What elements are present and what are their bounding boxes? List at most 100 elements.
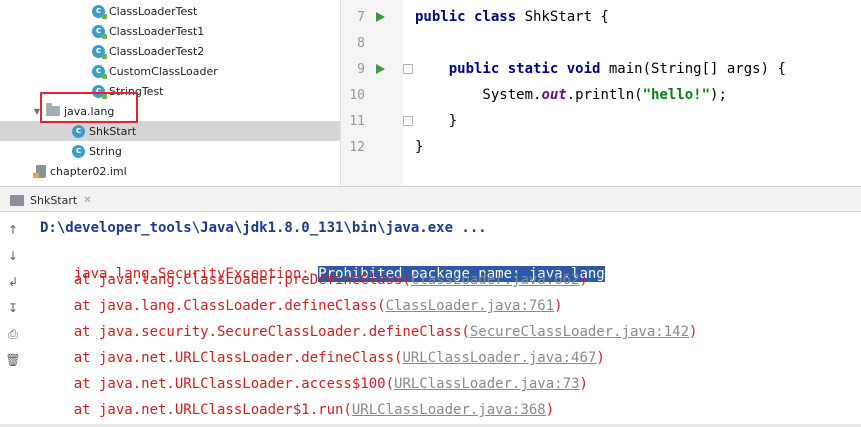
tree-item-label: ClassLoaderTest2: [109, 44, 205, 58]
tree-item-string[interactable]: c String: [0, 141, 340, 161]
scroll-to-end-icon[interactable]: ↧: [5, 300, 21, 316]
java-class-icon: c: [92, 4, 107, 19]
stack-frame-suffix: ): [579, 376, 588, 392]
run-config-icon: [10, 194, 24, 206]
source-link[interactable]: ClassLoader.java:662: [411, 272, 580, 288]
tree-item-classloadertest[interactable]: c ClassLoaderTest: [0, 1, 340, 21]
java-class-icon: c: [72, 144, 85, 158]
stack-frame-suffix: ): [579, 272, 588, 288]
code-token: main(String[] args) {: [608, 61, 786, 77]
stack-frame-text: at java.lang.ClassLoader.preDefineClass(: [40, 272, 411, 288]
code-token: "hello!": [642, 87, 711, 103]
module-file-icon: [33, 164, 46, 178]
source-link[interactable]: URLClassLoader.java:368: [352, 402, 546, 418]
source-link[interactable]: ClassLoader.java:761: [386, 298, 555, 314]
line-number: 7: [357, 9, 365, 25]
tree-item-classloadertest1[interactable]: c ClassLoaderTest1: [0, 21, 340, 41]
stack-trace-line: at java.lang.ClassLoader.preDefineClass(…: [40, 270, 588, 290]
stack-frame-suffix: ): [689, 324, 698, 340]
tree-item-classloadertest2[interactable]: c ClassLoaderTest2: [0, 41, 340, 61]
tree-item-stringtest[interactable]: c StringTest: [0, 81, 340, 101]
tree-item-label: String: [89, 144, 122, 158]
tree-item-label: ClassLoaderTest1: [109, 24, 205, 38]
code-line[interactable]: 7 public class ShkStart {: [341, 4, 861, 30]
project-tree: c ClassLoaderTest c ClassLoaderTest1 c C…: [0, 0, 340, 186]
fold-icon[interactable]: [403, 64, 413, 74]
tree-item-label: CustomClassLoader: [109, 64, 218, 78]
java-class-icon: c: [72, 124, 85, 138]
stack-frame-text: at java.security.SecureClassLoader.defin…: [40, 324, 470, 340]
tree-item-chapter02-iml[interactable]: chapter02.iml: [0, 161, 340, 181]
run-tool-window-tabbar: ShkStart ✕: [0, 186, 861, 212]
stack-frame-text: at java.net.URLClassLoader.defineClass(: [40, 350, 403, 366]
java-class-icon: c: [92, 64, 107, 79]
fold-icon[interactable]: [403, 116, 413, 126]
source-link[interactable]: SecureClassLoader.java:142: [470, 324, 689, 340]
stack-frame-text: at java.lang.ClassLoader.defineClass(: [40, 298, 386, 314]
soft-wrap-icon[interactable]: ↲: [5, 274, 21, 290]
console-command-line: D:\developer_tools\Java\jdk1.8.0_131\bin…: [40, 220, 487, 236]
trash-icon[interactable]: 🗑: [5, 352, 21, 368]
code-text: }: [415, 139, 423, 155]
line-number: 12: [349, 139, 365, 155]
stack-trace-line: at java.net.URLClassLoader.access$100(UR…: [40, 374, 588, 394]
code-line[interactable]: 9 public static void main(String[] args)…: [341, 56, 861, 82]
console-output[interactable]: D:\developer_tools\Java\jdk1.8.0_131\bin…: [28, 212, 861, 427]
java-class-icon: c: [92, 24, 107, 39]
chevron-down-icon[interactable]: ▼: [32, 107, 42, 116]
line-number: 9: [357, 61, 365, 77]
line-number: 10: [349, 87, 365, 103]
tree-item-label: chapter02.iml: [50, 164, 127, 178]
code-token: }: [415, 139, 424, 155]
code-line[interactable]: 10 System.out.println("hello!");: [341, 82, 861, 108]
run-gutter-icon[interactable]: [376, 12, 385, 22]
code-text: }: [415, 113, 457, 129]
code-line[interactable]: 11 }: [341, 108, 861, 134]
code-token: }: [415, 113, 458, 129]
code-token: public class: [415, 9, 525, 25]
code-text: System.out.println("hello!");: [415, 87, 727, 103]
tree-item-label: java.lang: [64, 104, 115, 118]
down-arrow-icon[interactable]: ↓: [5, 248, 21, 264]
code-token: ShkStart {: [524, 9, 609, 25]
code-line[interactable]: 8: [341, 30, 861, 56]
package-folder-icon: [46, 103, 60, 116]
close-icon[interactable]: ✕: [83, 195, 91, 206]
code-token: out: [541, 87, 567, 103]
stack-frame-text: at java.net.URLClassLoader.access$100(: [40, 376, 395, 392]
stack-trace-line: at java.net.URLClassLoader.defineClass(U…: [40, 348, 605, 368]
tree-item-label: ShkStart: [89, 124, 137, 138]
run-gutter-icon[interactable]: [376, 64, 385, 74]
stack-trace-line: at java.lang.ClassLoader.defineClass(Cla…: [40, 296, 563, 316]
tree-item-label: ClassLoaderTest: [109, 4, 198, 18]
run-tab-label: ShkStart: [30, 193, 78, 207]
code-editor[interactable]: 7 public class ShkStart { 8 9 public static…: [340, 0, 861, 186]
stack-frame-text: at java.net.URLClassLoader$1.run(: [40, 402, 352, 418]
tree-item-label: StringTest: [109, 84, 164, 98]
code-line[interactable]: 12}: [341, 134, 861, 160]
code-text: public class ShkStart {: [415, 9, 609, 25]
tree-item-customclassloader[interactable]: c CustomClassLoader: [0, 61, 340, 81]
stack-frame-suffix: ): [554, 298, 563, 314]
code-token: );: [710, 87, 727, 103]
source-link[interactable]: URLClassLoader.java:467: [402, 350, 596, 366]
console-toolbar: ↑ ↓ ↲ ↧ ⎙ 🗑: [0, 212, 29, 427]
run-tab-shkstart[interactable]: ShkStart ✕: [10, 190, 92, 210]
stack-trace-line: at java.net.URLClassLoader$1.run(URLClas…: [40, 400, 554, 420]
stack-frame-suffix: ): [596, 350, 605, 366]
print-icon[interactable]: ⎙: [5, 326, 21, 342]
java-class-icon: c: [92, 44, 107, 59]
tree-item-java-lang-package[interactable]: ▼ java.lang: [0, 101, 340, 121]
code-token: System.: [415, 87, 542, 103]
line-number: 8: [357, 35, 365, 51]
up-arrow-icon[interactable]: ↑: [5, 222, 21, 238]
tree-item-shkstart[interactable]: c ShkStart: [0, 121, 340, 141]
source-link[interactable]: URLClassLoader.java:73: [394, 376, 579, 392]
code-text: public static void main(String[] args) {: [415, 61, 786, 77]
stack-frame-suffix: ): [545, 402, 555, 418]
stack-trace-line: at java.security.SecureClassLoader.defin…: [40, 322, 698, 342]
code-token: .println(: [566, 87, 643, 103]
line-number: 11: [349, 113, 365, 129]
code-token: public static void: [448, 61, 609, 77]
